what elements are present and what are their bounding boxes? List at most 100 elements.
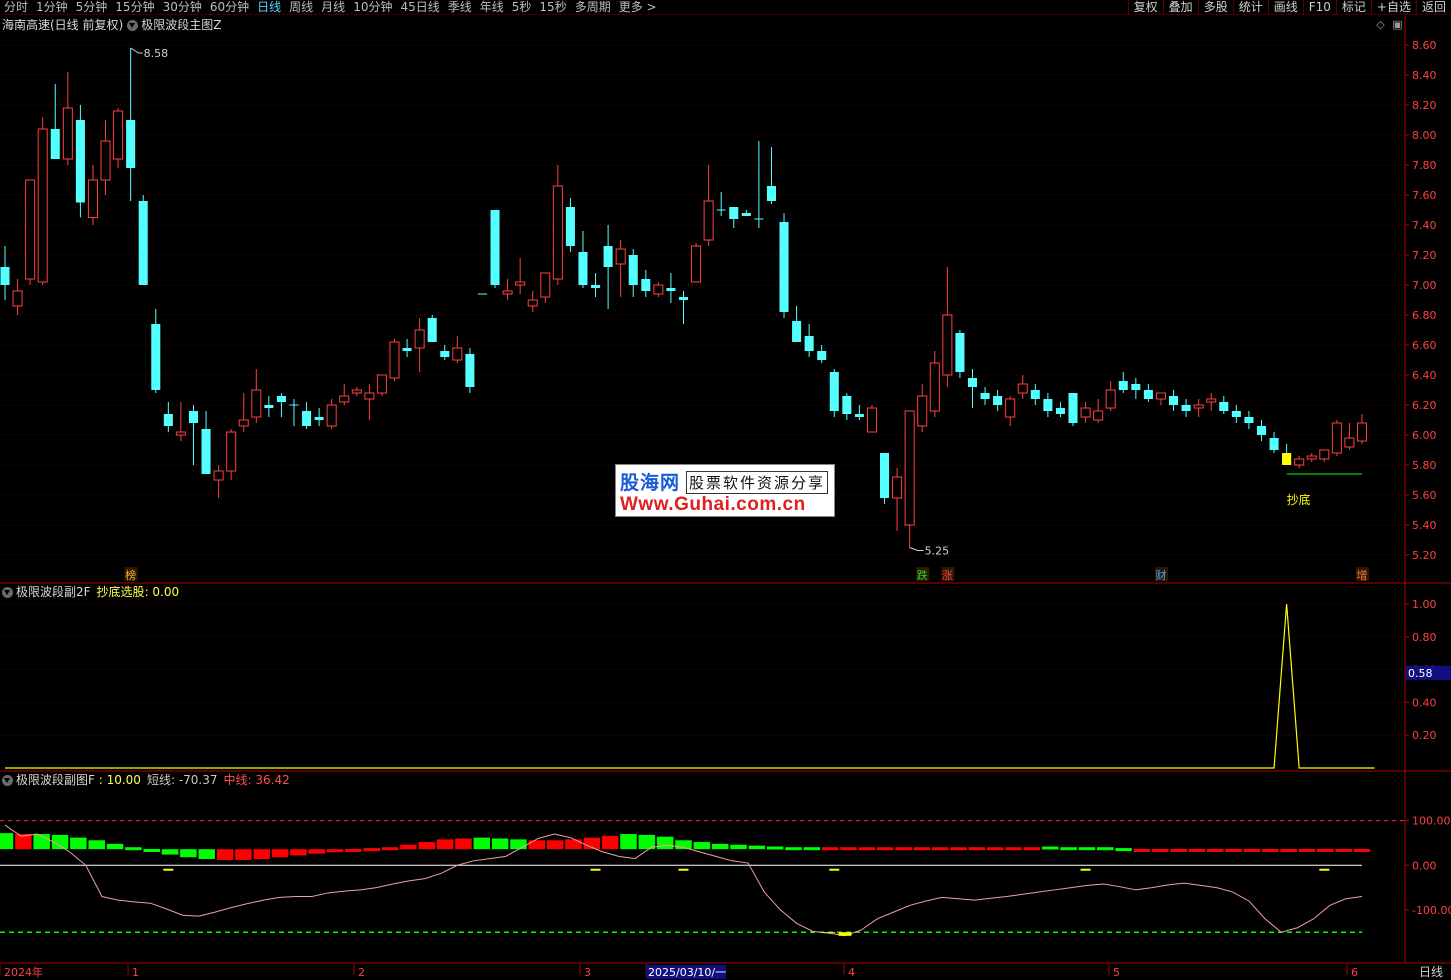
candle-body [792, 321, 802, 342]
period-indicator: 日线 [1419, 965, 1443, 979]
mid-line-bar [198, 849, 215, 860]
diamond-icon[interactable]: ◇ [1374, 18, 1387, 31]
candle-body [62, 107, 73, 160]
mid-line-bar [418, 842, 436, 850]
candle-body [1017, 383, 1028, 394]
indicator-dropdown-icon[interactable] [2, 586, 13, 598]
current-value-tag: 0.58 [1408, 667, 1433, 680]
candle-body [1206, 398, 1217, 403]
mid-line-bar [546, 840, 564, 850]
sub1-field-label: 抄底选股 [96, 585, 145, 599]
candle [955, 330, 965, 378]
price-tick-label: 8.60 [1412, 39, 1437, 52]
candle [703, 165, 714, 246]
candle [866, 405, 877, 433]
candle [25, 179, 36, 285]
candle-body [138, 201, 148, 285]
candle-body [50, 129, 60, 159]
candle-body [1055, 408, 1065, 414]
candle [515, 258, 526, 294]
candle-body [980, 393, 990, 399]
candle-body [515, 281, 526, 286]
candle [0, 246, 10, 300]
candle [314, 408, 324, 426]
candle [402, 339, 412, 357]
mid-line-bar [345, 848, 362, 852]
candle-body [929, 362, 940, 412]
mid-line-bar [0, 833, 14, 850]
x-axis-label: 2024年 [4, 965, 43, 979]
sub1-indicator-name[interactable]: 极限波段副2F [16, 584, 91, 600]
stock-title: 海南高速(日线 前复权) [2, 18, 124, 32]
candle [289, 399, 299, 426]
candle [1017, 375, 1028, 399]
candle-body [854, 414, 864, 417]
sub2-indicator-name[interactable]: 极限波段副图F [16, 772, 95, 788]
sub1-tick-label: 0.40 [1412, 696, 1437, 709]
mid-line-bar [1078, 847, 1096, 851]
mid-line-bar [400, 844, 417, 850]
candle [226, 429, 237, 480]
candle-body [1269, 438, 1279, 450]
mid-line-bar [620, 834, 637, 850]
candle-body [1344, 437, 1355, 448]
candle-body [615, 248, 626, 265]
event-marker: 增 [1357, 568, 1368, 582]
candle [351, 387, 362, 396]
mid-line-bar [785, 847, 802, 851]
candle [993, 390, 1003, 411]
high-marker-label: 8.58 [144, 47, 169, 60]
candle-body [1244, 417, 1254, 423]
candle [1344, 423, 1355, 450]
candle-body [904, 410, 915, 526]
candle-body [452, 347, 463, 361]
mid-line-bar [473, 837, 491, 850]
price-tick-label: 7.20 [1412, 249, 1437, 262]
mid-line-bar [1298, 848, 1316, 852]
window-icon[interactable]: ▣ [1391, 18, 1404, 31]
candle-body [302, 411, 312, 426]
candle-body [490, 210, 500, 285]
price-tick-label: 7.40 [1412, 219, 1437, 232]
main-indicator-name[interactable]: 极限波段主图Z [141, 17, 221, 33]
mid-line-bar [1060, 847, 1077, 851]
x-axis-label: 2 [358, 966, 365, 979]
x-axis-label: 5 [1113, 966, 1120, 979]
low-marker-line [909, 547, 924, 551]
indicator-dropdown-icon[interactable] [127, 19, 139, 31]
candle-body [1030, 390, 1040, 399]
candle-body [1093, 410, 1104, 421]
mid-line-bar [968, 847, 986, 851]
mid-line-bar [565, 839, 582, 850]
candle [917, 384, 928, 432]
candle [490, 210, 500, 288]
mid-line-bar [913, 847, 931, 851]
price-tick-label: 5.20 [1412, 549, 1437, 562]
candle [1143, 384, 1153, 402]
candle-body [766, 186, 776, 201]
sub1-tick-label: 0.20 [1412, 729, 1437, 742]
candle [302, 402, 312, 429]
candle [213, 465, 224, 498]
price-tick-label: 5.40 [1412, 519, 1437, 532]
sub1-tick-label: 0.80 [1412, 631, 1437, 644]
mid-line-bar [436, 839, 454, 850]
candle [1068, 393, 1078, 426]
mid-line-bar [1170, 848, 1187, 852]
mid-line-bar [1243, 848, 1261, 852]
mid-line-bar [931, 847, 949, 851]
candle-body [414, 329, 425, 349]
mid-line-bar [1005, 847, 1022, 851]
mid-line-bar [161, 849, 179, 855]
candle [1030, 384, 1040, 405]
mid-line-bar [106, 843, 124, 850]
candle-body [389, 341, 400, 379]
mid-line-bar [125, 847, 142, 851]
candle [138, 195, 148, 285]
candle [904, 410, 915, 548]
candle-body [552, 185, 563, 280]
indicator-dropdown-icon[interactable] [2, 774, 13, 786]
high-marker-line [130, 47, 143, 54]
candle-body [666, 288, 676, 291]
mid-line-bar [216, 849, 234, 860]
